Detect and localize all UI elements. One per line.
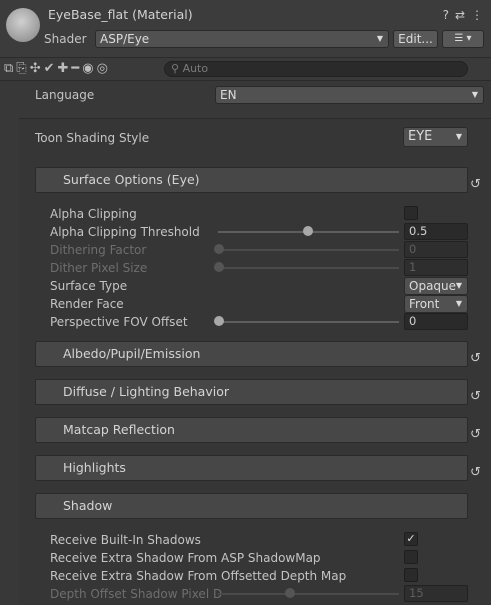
receive-builtin-checkbox[interactable]: ✓ (404, 532, 418, 546)
foldout-albedo[interactable]: Albedo/Pupil/Emission (35, 341, 468, 367)
plus-icon[interactable]: ✚ (58, 61, 69, 76)
edit-shader-button[interactable]: Edit... (393, 30, 438, 48)
shader-value: ASP/Eye (100, 32, 150, 46)
minus-icon[interactable]: ━ (71, 61, 79, 76)
shader-label: Shader (44, 32, 87, 46)
dither-size-label: Dither Pixel Size (50, 261, 148, 275)
surface-type-value: Opaque (409, 279, 457, 293)
language-dropdown[interactable]: EN ▼ (215, 86, 484, 104)
property-toolbar: ⧉ ⎘ ✣ ✔ ✚ ━ ◉ ◎ ⚲ Auto (0, 57, 491, 81)
surface-type-dropdown[interactable]: Opaque ▼ (404, 277, 468, 295)
chevron-down-icon: ▼ (455, 132, 462, 141)
more-menu-icon[interactable]: ⋮ (471, 8, 483, 22)
copy-icon[interactable]: ⧉ (4, 61, 13, 76)
dither-size-track (218, 267, 399, 269)
help-icon[interactable]: ? (443, 8, 449, 22)
depth-offset-thumb (285, 588, 295, 598)
alpha-clipping-checkbox[interactable] (404, 206, 418, 220)
foldout-diffuse[interactable]: Diffuse / Lighting Behavior (35, 379, 468, 405)
fov-offset-field[interactable]: 0 (404, 313, 468, 330)
eye-icon[interactable]: ◎ (97, 61, 108, 76)
reset-icon[interactable]: ↺ (470, 177, 481, 192)
receive-builtin-label: Receive Built-In Shadows (50, 533, 201, 547)
receive-offset-checkbox[interactable] (404, 568, 418, 582)
shader-list-button[interactable]: ☰ ▾ (442, 30, 484, 48)
reset-icon[interactable]: ↺ (470, 351, 481, 366)
toon-style-value: EYE (408, 129, 433, 144)
header-icons: ? ⇄ ⋮ (443, 8, 483, 22)
surface-type-label: Surface Type (50, 279, 128, 293)
fov-offset-label: Perspective FOV Offset (50, 315, 188, 329)
chevron-down-icon: ▼ (455, 281, 462, 290)
language-label: Language (35, 88, 95, 102)
toon-style-dropdown[interactable]: EYE ▼ (403, 127, 468, 147)
chevron-down-icon: ▼ (376, 34, 383, 43)
language-value: EN (220, 88, 237, 102)
toon-style-label: Toon Shading Style (35, 131, 150, 145)
depth-offset-label: Depth Offset Shadow Pixel D (50, 587, 223, 601)
render-face-label: Render Face (50, 297, 124, 311)
check-icon[interactable]: ✔ (44, 61, 55, 76)
foldout-matcap[interactable]: Matcap Reflection (35, 417, 468, 443)
render-face-value: Front (409, 297, 440, 311)
chevron-down-icon: ▼ (471, 90, 478, 99)
shader-dropdown[interactable]: ASP/Eye ▼ (95, 30, 389, 48)
preset-icon[interactable]: ⇄ (455, 8, 465, 22)
alpha-clipping-label: Alpha Clipping (50, 207, 137, 221)
render-face-dropdown[interactable]: Front ▼ (404, 295, 468, 313)
dither-size-field: 1 (404, 259, 468, 276)
alpha-threshold-label: Alpha Clipping Threshold (50, 225, 200, 239)
alpha-threshold-thumb[interactable] (303, 226, 313, 236)
eye-closed-icon[interactable]: ◉ (82, 61, 93, 76)
fov-offset-track[interactable] (218, 321, 399, 323)
dithering-field: 0 (404, 241, 468, 258)
foldout-shadow[interactable]: Shadow (35, 493, 468, 519)
reset-icon[interactable]: ↺ (470, 465, 481, 480)
dithering-label: Dithering Factor (50, 243, 147, 257)
depth-offset-track (218, 593, 399, 595)
reset-icon[interactable]: ↺ (470, 389, 481, 404)
receive-extra-label: Receive Extra Shadow From ASP ShadowMap (50, 551, 321, 565)
fov-offset-thumb[interactable] (214, 316, 224, 326)
chevron-down-icon: ▼ (455, 299, 462, 308)
search-icon: ⚲ (171, 62, 183, 75)
foldout-highlights[interactable]: Highlights (35, 455, 468, 481)
search-input[interactable]: ⚲ Auto (164, 61, 468, 77)
depth-offset-field: 15 (404, 585, 468, 602)
dithering-thumb (214, 244, 224, 254)
foldout-surface-options[interactable]: Surface Options (Eye) (35, 167, 468, 193)
reset-all-icon[interactable]: ✣ (30, 61, 41, 76)
receive-offset-label: Receive Extra Shadow From Offsetted Dept… (50, 569, 347, 583)
reset-icon[interactable]: ↺ (470, 427, 481, 442)
dither-size-thumb (214, 262, 224, 272)
receive-extra-checkbox[interactable] (404, 550, 418, 564)
paste-icon[interactable]: ⎘ (16, 61, 26, 76)
material-preview-icon (6, 8, 40, 42)
material-header: EyeBase_flat (Material) ? ⇄ ⋮ Shader ASP… (0, 0, 491, 57)
dithering-track (218, 249, 399, 251)
material-title: EyeBase_flat (Material) (48, 7, 193, 22)
alpha-threshold-field[interactable]: 0.5 (404, 223, 468, 240)
